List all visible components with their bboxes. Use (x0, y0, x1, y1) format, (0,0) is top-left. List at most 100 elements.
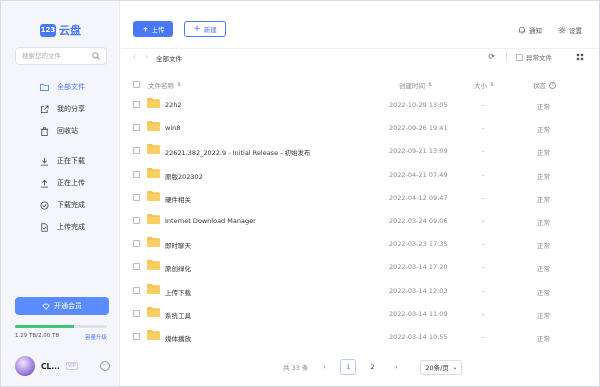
sidebar-item-uploading[interactable]: 正在上传 (0, 172, 120, 194)
upload-arrow-icon (142, 26, 148, 32)
abnormal-label: 异常文件 (526, 54, 552, 62)
file-name[interactable]: 22621.382_2022.9 - Initial Release - 初始发… (165, 147, 311, 157)
breadcrumb[interactable]: 全部文件 (156, 53, 182, 63)
sidebar-item-recycle-bin[interactable]: 回收站 (0, 120, 120, 142)
refresh-icon[interactable]: ⟳ (488, 52, 495, 61)
file-size: - (482, 240, 485, 249)
table-row[interactable]: 系统工具 2022-03-14 11:09 - 正常 (121, 302, 600, 325)
table-row[interactable]: 22621.382_2022.9 - Initial Release - 初始发… (121, 139, 600, 162)
sidebar-item-label: 正在下载 (57, 157, 85, 165)
table-row[interactable]: 硬件相关 2022-04-12 09:47 - 正常 (121, 186, 600, 209)
file-state: 正常 (537, 311, 550, 320)
avatar[interactable] (15, 356, 35, 376)
settings-label: 设置 (569, 27, 582, 35)
upload-button[interactable]: 上传 (133, 21, 173, 37)
open-vip-button[interactable]: 开通会员 (15, 297, 109, 315)
logo-badge: 123 (40, 23, 56, 37)
upload-icon (40, 179, 49, 188)
grid-view-icon[interactable] (576, 53, 584, 63)
sort-icon: ⇅ (428, 82, 433, 88)
sidebar-item-label: 回收站 (57, 127, 78, 135)
table-row[interactable]: 即时聊天 2022-03-23 17:35 - 正常 (121, 232, 600, 255)
sidebar-item-download-done[interactable]: 下载完成 (0, 194, 120, 216)
row-checkbox[interactable] (133, 216, 140, 224)
page-1[interactable]: 1 (340, 359, 357, 375)
settings-button[interactable]: 设置 (558, 25, 582, 35)
forward-icon[interactable]: › (145, 52, 148, 61)
file-state: 正常 (537, 288, 550, 297)
row-checkbox[interactable] (133, 332, 140, 340)
sidebar-nav: 全部文件 我的分享 回收站 正在下载 正在上传 下载完成 上传完成 (0, 76, 120, 238)
chevron-down-icon: ⌄ (452, 363, 458, 371)
back-icon[interactable]: ‹ (133, 52, 136, 61)
file-state: 正常 (537, 103, 550, 111)
vip-badge: VIP (65, 362, 78, 370)
prev-page-icon[interactable]: ‹ (316, 359, 332, 375)
abnormal-checkbox[interactable] (516, 53, 523, 61)
sidebar-item-upload-done[interactable]: 上传完成 (0, 216, 120, 238)
search-input[interactable] (22, 52, 92, 60)
search-icon[interactable] (92, 52, 100, 60)
row-checkbox[interactable] (133, 147, 140, 155)
sidebar-item-all-files[interactable]: 全部文件 (0, 76, 120, 98)
next-page-icon[interactable]: › (388, 359, 404, 375)
pagination: 共 33 条 ‹ 1 2 › 20条/页 ⌄ (283, 359, 463, 375)
file-time: 2022-03-24 09:06 (389, 216, 448, 225)
file-name[interactable]: 原版202302 (165, 171, 203, 181)
file-time: 2022-03-14 11:09 (389, 309, 448, 318)
select-all-checkbox[interactable] (133, 81, 140, 88)
file-name[interactable]: 22h2 (165, 101, 182, 109)
folder-icon (147, 237, 160, 248)
column-size[interactable]: 大小 ⇅ (474, 80, 494, 90)
file-time: 2022-03-14 10:55 (389, 332, 448, 341)
table-row[interactable]: Internet Download Manager 2022-03-24 09:0… (121, 209, 600, 232)
row-checkbox[interactable] (133, 309, 140, 317)
download-icon (40, 157, 49, 166)
folder-icon (147, 167, 160, 178)
search-box[interactable] (15, 47, 107, 65)
file-name[interactable]: 即时聊天 (165, 240, 191, 250)
folder-icon (147, 144, 160, 155)
upgrade-link[interactable]: 容量升级 (85, 333, 107, 341)
file-name[interactable]: 上传下载 (165, 287, 191, 297)
column-time[interactable]: 创建时间 ⇅ (399, 80, 432, 90)
row-checkbox[interactable] (133, 170, 140, 178)
row-checkbox[interactable] (133, 101, 140, 108)
new-button[interactable]: + 新建 (184, 21, 226, 37)
file-time: 2022-03-14 12:03 (389, 286, 448, 295)
table-row[interactable]: 媒体播放 2022-03-14 10:55 - 正常 (121, 325, 600, 348)
file-name[interactable]: 硬件相关 (165, 194, 191, 204)
sidebar-item-downloading[interactable]: 正在下载 (0, 150, 120, 172)
file-name[interactable]: 媒体播放 (165, 333, 191, 343)
page-size-select[interactable]: 20条/页 ⌄ (420, 359, 463, 375)
file-name[interactable]: 系统工具 (165, 310, 191, 320)
sidebar-item-label: 上传完成 (57, 223, 85, 231)
row-checkbox[interactable] (133, 193, 140, 201)
file-time: 2022-03-23 17:35 (389, 240, 448, 249)
file-name[interactable]: Internet Download Manager (165, 217, 256, 225)
page-2[interactable]: 2 (364, 359, 380, 375)
row-checkbox[interactable] (133, 286, 140, 294)
sidebar-item-my-share[interactable]: 我的分享 (0, 98, 120, 120)
table-row[interactable]: 上传下载 2022-03-14 12:03 - 正常 (121, 279, 600, 302)
row-checkbox[interactable] (133, 240, 140, 248)
table-row[interactable]: 原创绿化 2022-03-14 17:20 - 正常 (121, 255, 600, 278)
folder-icon (147, 306, 160, 317)
column-name[interactable]: 文件名称 ⇅ (148, 80, 181, 90)
table-row[interactable]: 22h2 2022-10-29 13:05 - 正常 (121, 93, 600, 116)
file-name[interactable]: 原创绿化 (165, 263, 191, 273)
file-name[interactable]: win8 (165, 124, 180, 132)
table-row[interactable]: win8 2022-09-26 19:41 - 正常 (121, 116, 600, 139)
table-row[interactable]: 原版202302 2022-04-21 07:49 - 正常 (121, 163, 600, 186)
file-size: - (482, 332, 485, 341)
row-checkbox[interactable] (133, 263, 140, 271)
file-state: 正常 (537, 334, 550, 343)
help-icon[interactable]: ? (549, 81, 556, 89)
file-time: 2022-04-12 09:47 (389, 193, 448, 202)
bell-icon (518, 26, 526, 34)
abnormal-files-filter[interactable]: 异常文件 (516, 52, 552, 62)
notify-button[interactable]: 通知 (518, 25, 542, 35)
user-panel[interactable]: CL... VIP ··· (15, 355, 110, 377)
row-checkbox[interactable] (133, 124, 140, 132)
more-icon[interactable]: ··· (100, 361, 110, 371)
